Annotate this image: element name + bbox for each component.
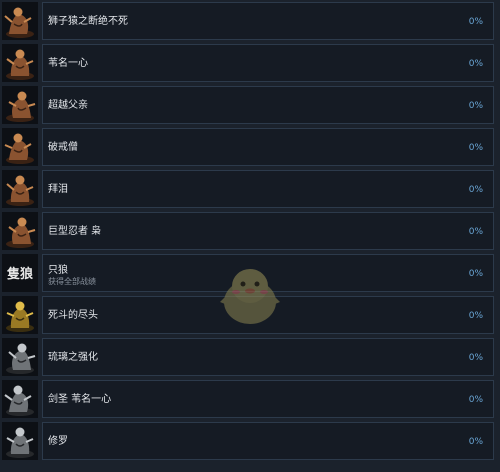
achievement-description: 获得全部战绩 <box>48 277 96 286</box>
achievement-name: 巨型忍者 枭 <box>48 226 102 237</box>
gold-warrior-icon <box>2 296 38 334</box>
sekiro-calligraphy-icon: 隻狼 <box>2 254 38 292</box>
svg-text:隻狼: 隻狼 <box>6 266 34 282</box>
achievement-row[interactable]: 超越父亲 0% <box>0 86 496 124</box>
sword-saint-icon <box>2 380 38 418</box>
lion-ape-icon <box>2 2 38 40</box>
achievement-percent: 0% <box>468 311 483 321</box>
shura-icon <box>2 422 38 460</box>
giant-ninja-icon <box>2 212 38 250</box>
achievement-name: 琉璃之强化 <box>48 352 98 363</box>
achievement-percent: 0% <box>468 59 483 69</box>
achievement-row[interactable]: 巨型忍者 枭 0% <box>0 212 496 250</box>
achievement-percent: 0% <box>468 395 483 405</box>
achievement-name: 拜泪 <box>48 184 68 195</box>
achievement-name: 剑圣 苇名一心 <box>48 394 112 405</box>
achievement-row[interactable]: 破戒僧 0% <box>0 128 496 166</box>
monk-icon <box>2 128 38 166</box>
achievement-name: 超越父亲 <box>48 100 88 111</box>
achievement-row[interactable]: 狮子猿之断绝不死 0% <box>0 2 496 40</box>
achievement-name: 狮子猿之断绝不死 <box>48 16 128 27</box>
achievement-row[interactable]: 死斗的尽头 0% <box>0 296 496 334</box>
achievement-percent: 0% <box>468 269 483 279</box>
achievement-row[interactable]: 苇名一心 0% <box>0 44 496 82</box>
achievement-percent: 0% <box>468 227 483 237</box>
achievement-panel: 破戒僧 0% <box>42 128 494 166</box>
achievement-row[interactable]: 隻狼 只狼 获得全部战绩 0% <box>0 254 496 292</box>
achievement-row[interactable]: 修罗 0% <box>0 422 496 460</box>
achievement-percent: 0% <box>468 101 483 111</box>
achievement-panel: 巨型忍者 枭 0% <box>42 212 494 250</box>
achievement-panel: 修罗 0% <box>42 422 494 460</box>
swordsman-icon <box>2 44 38 82</box>
serpent-icon <box>2 170 38 208</box>
achievement-panel: 剑圣 苇名一心 0% <box>42 380 494 418</box>
achievement-name: 修罗 <box>48 436 68 447</box>
owl-warrior-icon <box>2 86 38 124</box>
achievement-panel: 拜泪 0% <box>42 170 494 208</box>
achievement-row[interactable]: 剑圣 苇名一心 0% <box>0 380 496 418</box>
achievement-percent: 0% <box>468 185 483 195</box>
achievement-name: 苇名一心 <box>48 58 88 69</box>
achievement-row[interactable]: 拜泪 0% <box>0 170 496 208</box>
achievement-panel: 超越父亲 0% <box>42 86 494 124</box>
achievement-panel: 狮子猿之断绝不死 0% <box>42 2 494 40</box>
achievement-percent: 0% <box>468 17 483 27</box>
prosthetic-tool-icon <box>2 338 38 376</box>
achievement-panel: 苇名一心 0% <box>42 44 494 82</box>
achievement-row[interactable]: 琉璃之强化 0% <box>0 338 496 376</box>
achievement-panel: 只狼 获得全部战绩 0% <box>42 254 494 292</box>
achievement-name: 死斗的尽头 <box>48 310 98 321</box>
achievement-panel: 琉璃之强化 0% <box>42 338 494 376</box>
achievement-name: 破戒僧 <box>48 142 78 153</box>
achievement-name: 只狼 <box>48 265 68 276</box>
achievement-percent: 0% <box>468 143 483 153</box>
achievement-percent: 0% <box>468 353 483 363</box>
achievement-panel: 死斗的尽头 0% <box>42 296 494 334</box>
achievement-percent: 0% <box>468 437 483 447</box>
achievement-list: 狮子猿之断绝不死 0% 苇名一心 0% 超越父亲 0% 破戒僧 0% 拜泪 0% 巨型忍者 枭 0% 隻… <box>0 0 500 472</box>
